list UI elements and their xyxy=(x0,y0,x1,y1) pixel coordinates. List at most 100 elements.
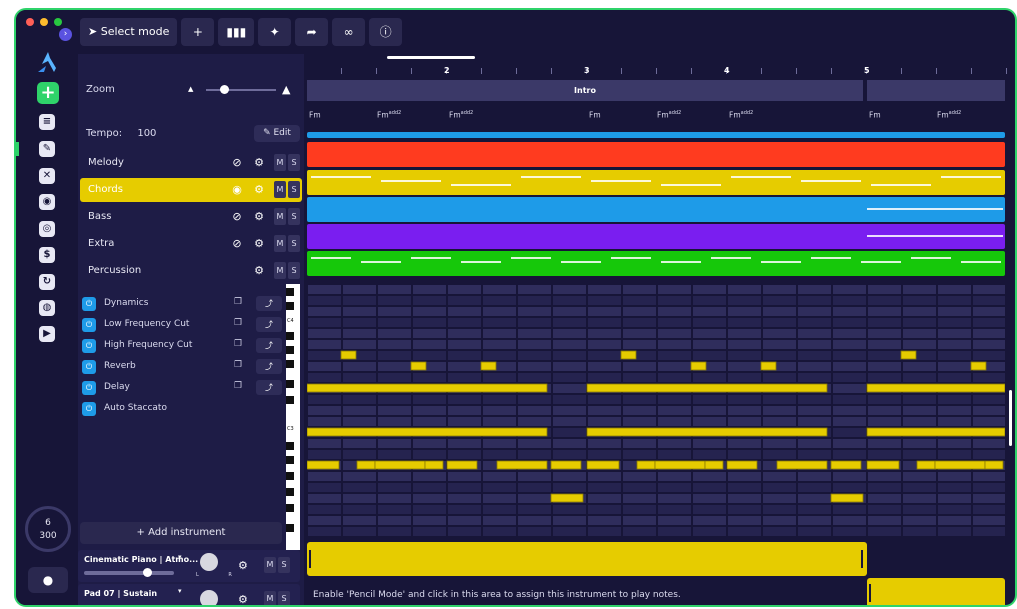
note[interactable] xyxy=(726,460,758,470)
solo-button[interactable]: S xyxy=(288,208,300,225)
note[interactable] xyxy=(374,460,426,470)
note[interactable] xyxy=(340,350,357,360)
note[interactable] xyxy=(900,350,917,360)
add-instrument-button[interactable]: + Add instrument xyxy=(80,522,282,544)
piano-keyboard[interactable]: C4 C3 xyxy=(286,284,300,550)
account-button[interactable]: ● xyxy=(28,567,68,593)
solo-button[interactable]: S xyxy=(288,181,300,198)
wand-icon[interactable]: ✦ xyxy=(258,18,292,46)
chord-label[interactable]: Fmadd2 xyxy=(657,110,681,120)
automation-icon[interactable]: ⤴ xyxy=(256,296,282,311)
black-key[interactable] xyxy=(286,456,294,464)
power-icon[interactable]: ⏻ xyxy=(82,360,96,374)
track-settings-icon[interactable]: ⚙ xyxy=(252,237,266,250)
section-block[interactable] xyxy=(867,80,1005,101)
instrument-region-2[interactable] xyxy=(867,578,1005,605)
track-row-melody[interactable]: Melody ⊘ ⚙ M S xyxy=(80,151,302,175)
note[interactable] xyxy=(496,460,548,470)
black-key[interactable] xyxy=(286,396,294,404)
automation-icon[interactable]: ⤴ xyxy=(256,359,282,374)
select-mode-button[interactable]: ➤ Select mode xyxy=(80,18,178,46)
info-icon[interactable]: ⓘ xyxy=(369,18,403,46)
solo-button[interactable]: S xyxy=(288,262,300,279)
instrument-name[interactable]: Pad 07 | Sustain xyxy=(84,589,157,598)
note[interactable] xyxy=(984,460,1004,470)
eye-off-icon[interactable]: ⊘ xyxy=(230,237,244,250)
copy-icon[interactable]: ❐ xyxy=(234,297,242,307)
horizontal-scroll-thumb[interactable] xyxy=(387,56,475,59)
puzzle-icon[interactable]: ◉ xyxy=(39,194,55,210)
note[interactable] xyxy=(307,460,340,470)
note[interactable] xyxy=(586,427,828,437)
play-icon[interactable]: ▶ xyxy=(39,326,55,342)
note[interactable] xyxy=(550,460,582,470)
maximize-window-button[interactable] xyxy=(54,18,62,26)
note[interactable] xyxy=(690,361,707,371)
track-row-percussion[interactable]: Percussion ⚙ M S xyxy=(80,259,302,283)
black-key[interactable] xyxy=(286,360,294,368)
power-icon[interactable]: ⏻ xyxy=(82,318,96,332)
note[interactable] xyxy=(934,460,986,470)
instrument-solo-button[interactable]: S xyxy=(278,591,290,605)
instrument-region[interactable] xyxy=(307,542,867,576)
note[interactable] xyxy=(760,361,777,371)
solo-button[interactable]: S xyxy=(288,154,300,171)
lane-melody[interactable] xyxy=(307,142,1005,167)
link-icon[interactable]: ∞ xyxy=(332,18,366,46)
note[interactable] xyxy=(830,460,862,470)
black-key[interactable] xyxy=(286,524,294,532)
note[interactable] xyxy=(704,460,724,470)
dropdown-caret-icon[interactable]: ▾ xyxy=(178,553,182,561)
black-key[interactable] xyxy=(286,380,294,388)
instrument-solo-button[interactable]: S xyxy=(278,557,290,573)
black-key[interactable] xyxy=(286,302,294,310)
lane-chords[interactable] xyxy=(307,170,1005,195)
zoom-slider[interactable]: ▲ ▲ xyxy=(188,83,298,96)
track-row-extra[interactable]: Extra ⊘ ⚙ M S xyxy=(80,232,302,256)
track-row-bass[interactable]: Bass ⊘ ⚙ M S xyxy=(80,205,302,229)
note[interactable] xyxy=(356,460,376,470)
edit-icon[interactable]: ≡ xyxy=(39,114,55,130)
black-key[interactable] xyxy=(286,488,294,496)
track-settings-icon[interactable]: ⚙ xyxy=(252,210,266,223)
note[interactable] xyxy=(446,460,478,470)
copy-icon[interactable]: ❐ xyxy=(234,339,242,349)
volume-thumb[interactable] xyxy=(142,568,152,577)
vertical-scroll-thumb[interactable] xyxy=(1009,390,1012,446)
black-key[interactable] xyxy=(286,472,294,480)
black-key[interactable] xyxy=(286,504,294,512)
mute-button[interactable]: M xyxy=(274,262,286,279)
eye-off-icon[interactable]: ⊘ xyxy=(230,210,244,223)
instrument-mute-button[interactable]: M xyxy=(264,557,276,573)
mute-button[interactable]: M xyxy=(274,181,286,198)
note[interactable] xyxy=(776,460,828,470)
pencil-icon[interactable]: ✎ xyxy=(39,141,55,157)
instrument-settings-icon[interactable]: ⚙ xyxy=(238,559,248,572)
edit-tempo-button[interactable]: ✎ Edit xyxy=(254,125,300,142)
note[interactable] xyxy=(866,427,1005,437)
note[interactable] xyxy=(424,460,444,470)
eye-off-icon[interactable]: ⊘ xyxy=(230,156,244,169)
instrument-mute-button[interactable]: M xyxy=(264,591,276,605)
tempo-dial[interactable]: 6 300 xyxy=(25,506,71,552)
power-icon[interactable]: ⏻ xyxy=(82,339,96,353)
tempo-value[interactable]: 100 xyxy=(137,128,156,139)
chord-label[interactable]: Fmadd2 xyxy=(377,110,401,120)
power-icon[interactable]: ⏻ xyxy=(82,297,96,311)
black-key[interactable] xyxy=(286,346,294,354)
automation-icon[interactable]: ⤴ xyxy=(256,380,282,395)
black-key[interactable] xyxy=(286,442,294,450)
note[interactable] xyxy=(480,361,497,371)
note[interactable] xyxy=(866,383,1005,393)
radio-icon[interactable]: ◎ xyxy=(39,221,55,237)
automation-icon[interactable]: ⤴ xyxy=(256,317,282,332)
note[interactable] xyxy=(307,427,548,437)
note[interactable] xyxy=(307,383,548,393)
eye-icon[interactable]: ◉ xyxy=(230,183,244,196)
note[interactable] xyxy=(550,493,584,503)
note[interactable] xyxy=(636,460,656,470)
zoom-in-icon[interactable]: ▲ xyxy=(282,83,290,96)
history-icon[interactable]: ↻ xyxy=(39,274,55,290)
dropdown-caret-icon[interactable]: ▾ xyxy=(178,587,182,595)
track-settings-icon[interactable]: ⚙ xyxy=(252,156,266,169)
